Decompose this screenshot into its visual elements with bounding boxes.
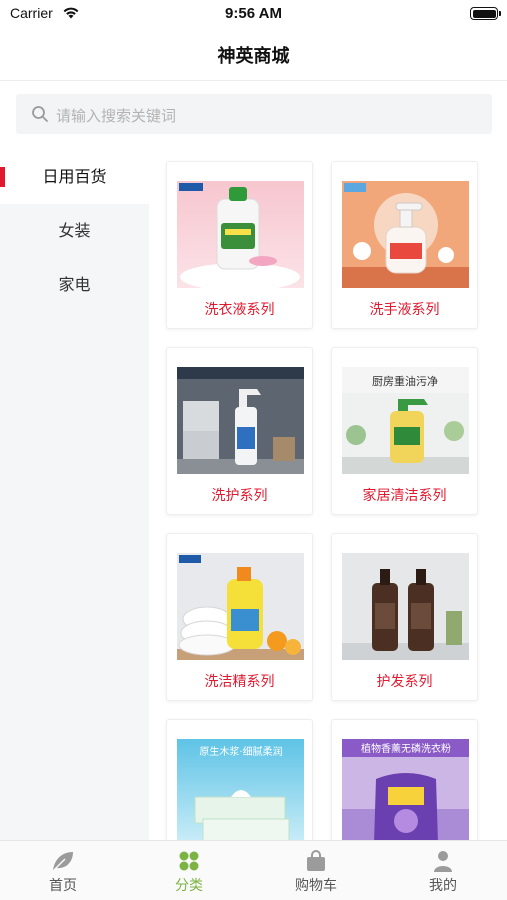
product-image bbox=[177, 181, 304, 288]
product-label: 家居清洁系列 bbox=[362, 488, 447, 504]
tab-label: 分类 bbox=[175, 878, 203, 894]
product-card-dish-soap[interactable]: 洗洁精系列 bbox=[166, 533, 313, 701]
tab-category[interactable]: 分类 bbox=[126, 841, 252, 900]
sidebar-item-label: 女装 bbox=[58, 221, 91, 240]
sidebar-item-label: 日用百货 bbox=[42, 167, 107, 186]
product-label: 洗手液系列 bbox=[369, 302, 440, 318]
product-image bbox=[177, 553, 304, 660]
product-image bbox=[342, 553, 469, 660]
sidebar-item-appliances[interactable]: 家电 bbox=[0, 258, 149, 312]
product-label: 洗衣液系列 bbox=[204, 302, 275, 318]
sidebar-item-womens-wear[interactable]: 女装 bbox=[0, 204, 149, 258]
product-card-detergent-powder[interactable]: 植物香薰无磷洗衣粉 bbox=[331, 719, 478, 840]
tab-cart[interactable]: 购物车 bbox=[253, 841, 379, 900]
battery-icon bbox=[470, 7, 501, 20]
product-image bbox=[177, 367, 304, 474]
tab-profile[interactable]: 我的 bbox=[380, 841, 506, 900]
user-icon bbox=[434, 851, 452, 872]
product-image bbox=[342, 181, 469, 288]
bag-icon bbox=[307, 850, 325, 871]
product-card-care[interactable]: 洗护系列 bbox=[166, 347, 313, 515]
sidebar-item-daily-goods[interactable]: 日用百货 bbox=[0, 150, 149, 204]
product-image: 原生木浆·细腻柔润 bbox=[177, 739, 304, 840]
page-title: 神英商城 bbox=[217, 46, 290, 67]
tab-bar: 首页 分类 购物车 我的 bbox=[0, 840, 507, 900]
product-label: 洗洁精系列 bbox=[204, 674, 275, 690]
tab-label: 我的 bbox=[429, 878, 457, 894]
search-placeholder: 请输入搜索关键词 bbox=[56, 107, 177, 125]
product-card-tissue[interactable]: 原生木浆·细腻柔润 bbox=[166, 719, 313, 840]
tab-home[interactable]: 首页 bbox=[0, 841, 126, 900]
tab-label: 购物车 bbox=[295, 878, 337, 894]
product-image: 厨房重油污净 bbox=[342, 367, 469, 474]
product-card-hair-care[interactable]: 护发系列 bbox=[331, 533, 478, 701]
svg-text:植物香薰无磷洗衣粉: 植物香薰无磷洗衣粉 bbox=[361, 742, 451, 755]
product-grid: 洗衣液系列 洗手液系列 洗护系列 厨房重油污净 家居清洁系列 洗洁精系列 护发系… bbox=[149, 150, 507, 840]
product-card-laundry[interactable]: 洗衣液系列 bbox=[166, 161, 313, 329]
svg-text:厨房重油污净: 厨房重油污净 bbox=[372, 374, 438, 388]
product-label: 护发系列 bbox=[376, 674, 433, 690]
svg-text:原生木浆·细腻柔润: 原生木浆·细腻柔润 bbox=[199, 745, 282, 758]
search-input[interactable]: 请输入搜索关键词 bbox=[16, 94, 492, 134]
sidebar-item-label: 家电 bbox=[58, 275, 91, 294]
tab-label: 首页 bbox=[49, 878, 77, 894]
status-bar: Carrier 9:56 AM bbox=[0, 0, 507, 28]
active-indicator bbox=[0, 167, 5, 187]
leaf-icon bbox=[53, 852, 73, 871]
category-sidebar: 日用百货 女装 家电 bbox=[0, 150, 149, 840]
product-label: 洗护系列 bbox=[211, 488, 268, 504]
product-card-hand-wash[interactable]: 洗手液系列 bbox=[331, 161, 478, 329]
grid-icon bbox=[179, 851, 199, 871]
clock: 9:56 AM bbox=[225, 5, 282, 22]
nav-bar: 神英商城 bbox=[0, 28, 507, 81]
product-image: 植物香薰无磷洗衣粉 bbox=[342, 739, 469, 840]
product-card-household-cleaning[interactable]: 厨房重油污净 家居清洁系列 bbox=[331, 347, 478, 515]
search-icon bbox=[32, 106, 48, 122]
